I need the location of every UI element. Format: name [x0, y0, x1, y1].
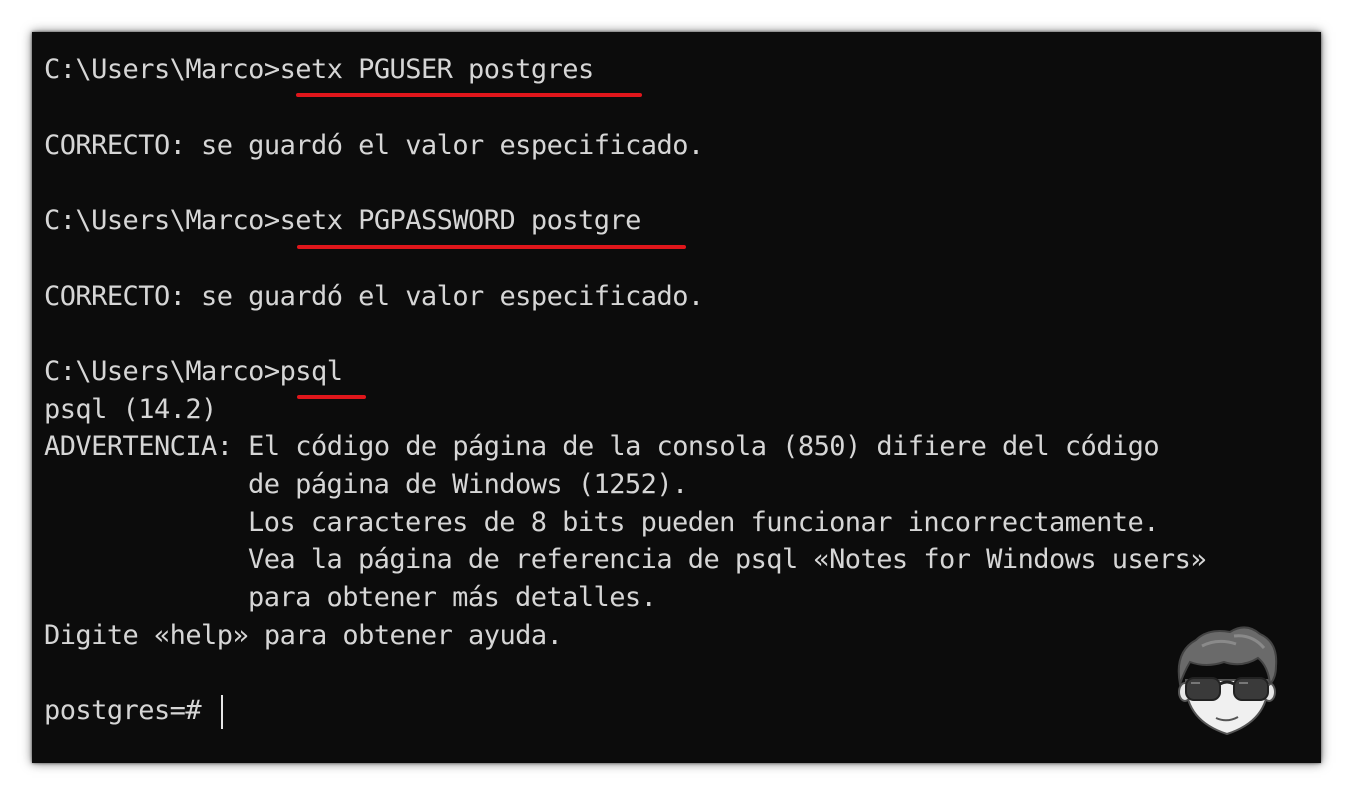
- command-underline-1: [296, 93, 642, 97]
- output-line-2: CORRECTO: se guardó el valor especificad…: [44, 281, 704, 312]
- command-text: setx PGPASSWORD postgre: [279, 205, 642, 236]
- command-underline-3: [297, 395, 366, 399]
- command-line-3: C:\Users\Marco>psql: [44, 354, 343, 390]
- psql-prompt: postgres=#: [44, 695, 217, 726]
- warning-line-2: de página de Windows (1252).: [248, 469, 688, 500]
- command-text: psql: [279, 356, 343, 387]
- warning-line-4: Vea la página de referencia de psql «Not…: [248, 544, 1207, 575]
- command-line-1: C:\Users\Marco>setx PGUSER postgres: [44, 52, 594, 88]
- terminal-window[interactable]: C:\Users\Marco>setx PGUSER postgres CORR…: [32, 32, 1321, 763]
- prompt-text: C:\Users\Marco>: [44, 205, 280, 236]
- prompt-text: C:\Users\Marco>: [44, 356, 280, 387]
- psql-prompt-line[interactable]: postgres=#: [44, 693, 223, 729]
- command-line-2: C:\Users\Marco>setx PGPASSWORD postgre: [44, 203, 641, 239]
- warning-line-5: para obtener más detalles.: [248, 582, 657, 613]
- text-cursor: [220, 694, 223, 729]
- version-line: psql (14.2): [44, 394, 217, 425]
- output-line-1: CORRECTO: se guardó el valor especificad…: [44, 130, 704, 161]
- cartoon-avatar-sunglasses-icon: [1177, 626, 1278, 736]
- prompt-text: C:\Users\Marco>: [44, 54, 280, 85]
- help-line: Digite «help» para obtener ayuda.: [44, 620, 563, 651]
- warning-line-1: ADVERTENCIA: El código de página de la c…: [44, 431, 1160, 462]
- warning-line-3: Los caracteres de 8 bits pueden funciona…: [248, 507, 1159, 538]
- command-underline-2: [297, 245, 686, 249]
- command-text: setx PGUSER postgres: [279, 54, 595, 85]
